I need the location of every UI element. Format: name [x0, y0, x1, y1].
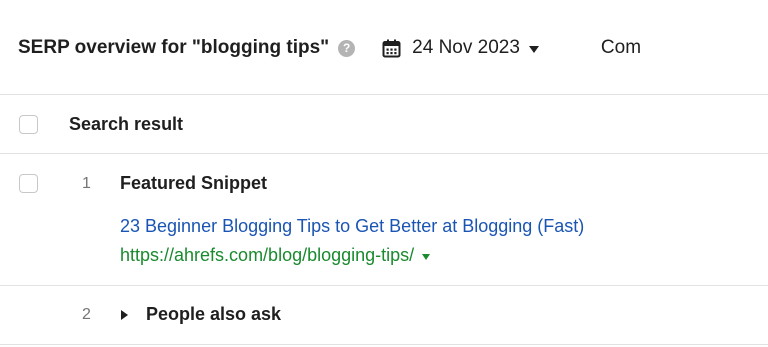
question-circle-icon[interactable]: ? — [338, 39, 356, 57]
result-url-text[interactable]: https://ahrefs.com/blog/blogging-tips/ — [120, 245, 414, 266]
compare-button[interactable]: Com — [601, 37, 641, 59]
caret-down-icon — [528, 45, 539, 53]
result-url[interactable]: https://ahrefs.com/blog/blogging-tips/ — [120, 245, 431, 266]
date-value: 24 Nov 2023 — [412, 37, 520, 58]
row-checkbox[interactable] — [19, 174, 38, 193]
date-selector[interactable]: 24 Nov 2023 — [382, 37, 539, 59]
position-number: 1 — [82, 175, 91, 192]
result-type-title: Featured Snippet — [120, 173, 268, 193]
divider — [0, 153, 768, 154]
serp-overview-panel: SERP overview for "blogging tips" ? 24 N… — [0, 0, 768, 347]
position-number: 2 — [82, 306, 91, 323]
serp-header: SERP overview for "blogging tips" ? 24 N… — [18, 30, 641, 66]
divider — [0, 285, 768, 286]
calendar-icon — [382, 39, 401, 57]
divider — [0, 344, 768, 345]
result-type-title[interactable]: People also ask — [146, 304, 281, 325]
caret-down-icon[interactable] — [422, 253, 431, 260]
result-title-link[interactable]: 23 Beginner Blogging Tips to Get Better … — [120, 216, 584, 237]
expand-arrow-icon[interactable] — [121, 310, 128, 320]
select-all-checkbox[interactable] — [19, 115, 38, 134]
column-header-search-result: Search result — [69, 114, 184, 134]
page-title: SERP overview for "blogging tips" — [18, 37, 330, 58]
divider — [0, 94, 768, 95]
